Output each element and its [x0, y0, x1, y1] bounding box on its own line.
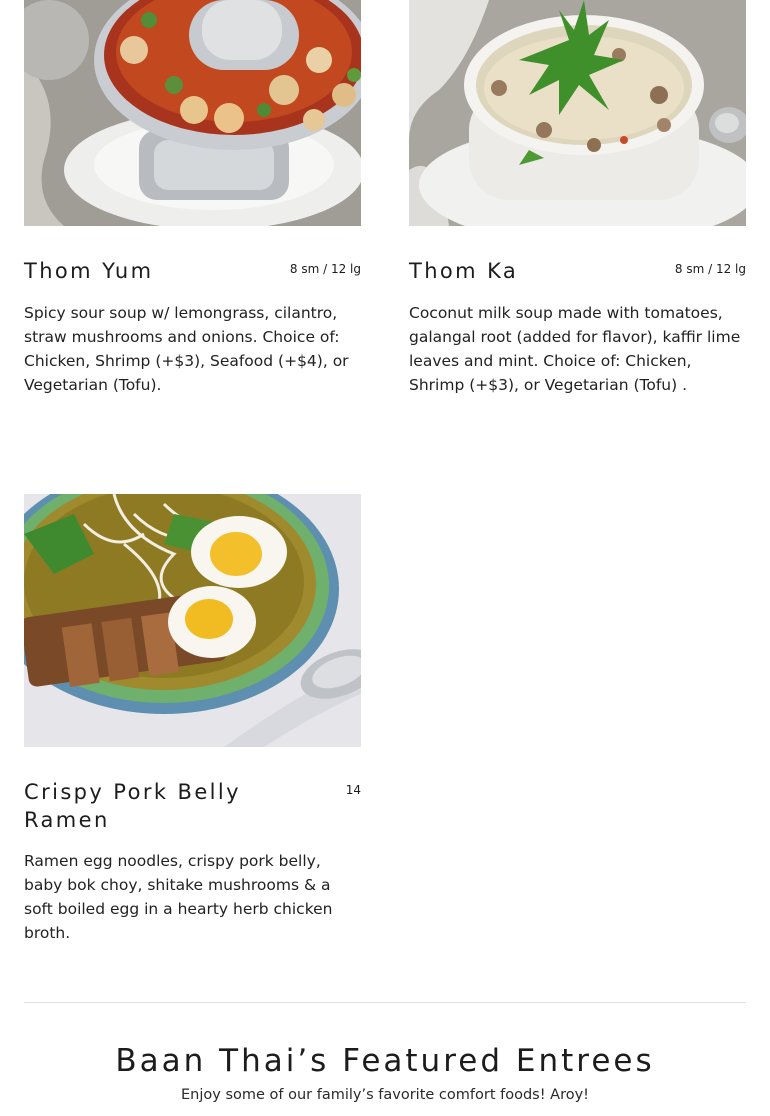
- featured-section-title: Baan Thai’s Featured Entrees: [115, 1043, 655, 1079]
- item-price: 14: [345, 783, 361, 797]
- item-description: Spicy sour soup w/ lemongrass, cilantro,…: [24, 304, 349, 394]
- menu-item-thom-yum: Thom Yum 8 sm / 12 lg Spicy sour soup w/…: [24, 0, 361, 420]
- item-price: 8 sm / 12 lg: [674, 262, 746, 276]
- menu-item-thom-ka: Thom Ka 8 sm / 12 lg Coconut milk soup m…: [409, 0, 746, 420]
- item-name: Crispy Pork Belly Ramen: [24, 780, 241, 832]
- menu-item-crispy-pork-belly-ramen: Crispy Pork Belly Ramen 14 Ramen egg noo…: [24, 494, 361, 954]
- ramen-photo: [24, 494, 361, 747]
- featured-section-subtitle: Enjoy some of our family’s favorite comf…: [181, 1087, 589, 1103]
- thom-ka-photo: [409, 0, 746, 226]
- item-name: Thom Ka: [409, 259, 519, 283]
- thom-yum-photo: [24, 0, 361, 226]
- item-name: Thom Yum: [24, 259, 154, 283]
- item-description: Coconut milk soup made with tomatoes, ga…: [409, 304, 741, 394]
- item-description: Ramen egg noodles, crispy pork belly, ba…: [24, 852, 333, 942]
- item-price: 8 sm / 12 lg: [289, 262, 361, 276]
- section-divider: [24, 1002, 746, 1003]
